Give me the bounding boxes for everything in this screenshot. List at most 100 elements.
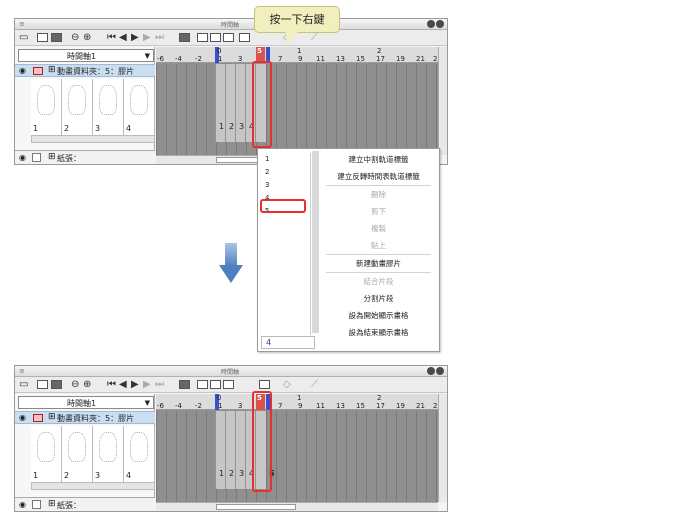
cel-thumbnail[interactable]: 3: [93, 79, 124, 135]
menu-item-set-start-frame[interactable]: 設為開始顯示畫格: [320, 307, 437, 324]
new-timeline-icon[interactable]: ▭: [19, 32, 28, 43]
menu-item-create-reverse-sheet-track-label[interactable]: 建立反轉時間表軌道標籤: [320, 168, 437, 185]
animation-folder-row[interactable]: ◉ ⊞ 動畫資料夾：5：膠片: [15, 411, 155, 424]
frame-ruler[interactable]: 0 1 2 -6 -4 -2 1 3 7 9 11 13 15 17 19 21…: [156, 47, 438, 63]
ruler-tick: 15: [356, 55, 365, 63]
frame-cel-number: 3: [239, 122, 245, 131]
go-to-end-icon[interactable]: ⏭: [155, 32, 164, 43]
arrow-down-icon: [219, 243, 243, 285]
panel-menu-icon[interactable]: ≡: [19, 367, 25, 375]
specify-cel-icon[interactable]: [210, 33, 221, 42]
keyframe-icon[interactable]: ◇: [283, 379, 291, 390]
cel-number: 2: [64, 471, 70, 480]
zoom-in-icon[interactable]: ⊕: [83, 32, 91, 43]
play-icon[interactable]: ▶: [131, 379, 139, 390]
horizontal-scrollbar[interactable]: [156, 502, 438, 511]
timeline-settings-icon[interactable]: [37, 380, 48, 389]
vertical-scrollbar[interactable]: [438, 394, 447, 502]
frame-ruler[interactable]: 0 1 2 -6 -4 -2 1 3 7 9 11 13 15 17 19 21…: [156, 394, 438, 410]
menu-item-set-end-frame[interactable]: 設為結束顯示畫格: [320, 324, 437, 341]
edit-keyframe-icon[interactable]: ⟋: [311, 32, 318, 43]
previous-frame-icon[interactable]: ◀: [119, 379, 127, 390]
cel-thumbnail[interactable]: 1: [31, 426, 62, 482]
frame-cells[interactable]: [156, 64, 438, 155]
loop-icon[interactable]: [179, 33, 190, 42]
chevron-down-icon: ▼: [144, 399, 150, 407]
cel-thumbnail[interactable]: 3: [93, 426, 124, 482]
light-table-icon[interactable]: [259, 380, 270, 389]
timeline-select[interactable]: 時間軸1 ▼: [18, 396, 154, 409]
cel-list-item[interactable]: 3: [261, 179, 310, 192]
timeline-grid[interactable]: 0 1 2 -6 -4 -2 1 3 7 9 11 13 15 17 19 21…: [156, 394, 438, 502]
animation-folder-row[interactable]: ◉ ⊞ 動畫資料夾：5：膠片: [15, 64, 155, 77]
expand-icon[interactable]: ⊞: [48, 152, 56, 162]
expand-icon[interactable]: ⊞: [48, 65, 56, 75]
cel-thumbnail[interactable]: 2: [62, 426, 93, 482]
zoom-out-icon[interactable]: ⊖: [71, 379, 79, 390]
timeline-select[interactable]: 時間軸1 ▼: [18, 49, 154, 62]
panel-menu-icon[interactable]: ≡: [19, 20, 25, 28]
cel-thumbnail[interactable]: 4: [124, 79, 155, 135]
cel-list-item[interactable]: 2: [261, 166, 310, 179]
scrollbar-thumb[interactable]: [216, 504, 296, 510]
go-to-end-icon[interactable]: ⏭: [155, 379, 164, 390]
vertical-scrollbar[interactable]: [438, 47, 447, 155]
expand-icon[interactable]: ⊞: [48, 499, 56, 509]
menu-item-new-animation-cel[interactable]: 新建動畫膠片: [320, 255, 437, 272]
new-timeline-icon[interactable]: ▭: [19, 379, 28, 390]
current-frame-number: 5: [257, 47, 262, 55]
cel-thumbnail[interactable]: 2: [62, 79, 93, 135]
new-cel-icon[interactable]: [197, 380, 208, 389]
timeline-settings-icon[interactable]: [37, 33, 48, 42]
cel-thumbnail[interactable]: 4: [124, 426, 155, 482]
panel-titlebar: ≡ 時間軸: [15, 366, 447, 377]
thumbnail-scrollbar[interactable]: [31, 482, 155, 490]
edit-keyframe-icon[interactable]: ⟋: [311, 379, 318, 390]
paper-icon: [32, 153, 41, 162]
go-to-start-icon[interactable]: ⏮: [107, 379, 116, 390]
onion-skin-icon[interactable]: [223, 33, 234, 42]
play-icon[interactable]: ▶: [131, 32, 139, 43]
menu-item-create-inbetween-track-label[interactable]: 建立中割軌道標籤: [320, 151, 437, 168]
go-to-start-icon[interactable]: ⏮: [107, 32, 116, 43]
ruler-tick: 15: [356, 402, 365, 410]
minimize-icon[interactable]: [427, 20, 435, 28]
loop-icon[interactable]: [179, 380, 190, 389]
eye-icon[interactable]: ◉: [19, 413, 26, 422]
onion-skin-icon[interactable]: [223, 380, 234, 389]
paper-row[interactable]: ◉ ⊞ 紙張：: [15, 497, 155, 511]
ruler-tick: 17: [376, 402, 385, 410]
timeline-panel-after: ≡ 時間軸 ▭ ⊖ ⊕ ⏮ ◀ ▶ ▶ ⏭ ◇ ⟋ 時間軸1 ▼ ◉ ⊞ 動畫資…: [14, 365, 448, 512]
zoom-in-icon[interactable]: ⊕: [83, 379, 91, 390]
cel-list-item[interactable]: 1: [261, 153, 310, 166]
cel-icon[interactable]: [51, 33, 62, 42]
frame-cel-number: 1: [219, 122, 225, 131]
expand-icon[interactable]: ⊞: [48, 412, 56, 422]
ruler-tick: 3: [238, 55, 243, 63]
close-icon[interactable]: [436, 367, 444, 375]
frame-cells[interactable]: [156, 411, 438, 502]
eye-icon[interactable]: ◉: [19, 66, 26, 75]
timeline-select-value: 時間軸1: [67, 399, 97, 408]
minimize-icon[interactable]: [427, 367, 435, 375]
new-cel-icon[interactable]: [197, 33, 208, 42]
close-icon[interactable]: [436, 20, 444, 28]
next-frame-icon[interactable]: ▶: [143, 379, 151, 390]
menu-item-combine-clips: 結合片段: [363, 277, 394, 286]
cel-name-input[interactable]: 4: [261, 336, 315, 349]
cel-icon[interactable]: [51, 380, 62, 389]
previous-frame-icon[interactable]: ◀: [119, 32, 127, 43]
light-table-icon[interactable]: [239, 33, 250, 42]
ruler-tick: 13: [336, 402, 345, 410]
zoom-out-icon[interactable]: ⊖: [71, 32, 79, 43]
paper-row[interactable]: ◉ ⊞ 紙張：: [15, 150, 155, 164]
next-frame-icon[interactable]: ▶: [143, 32, 151, 43]
cel-thumbnail[interactable]: 1: [31, 79, 62, 135]
menu-item-split-clip[interactable]: 分割片段: [320, 290, 437, 307]
ruler-tick: 1: [218, 402, 223, 410]
timeline-grid[interactable]: 0 1 2 -6 -4 -2 1 3 7 9 11 13 15 17 19 21…: [156, 47, 438, 155]
eye-icon[interactable]: ◉: [19, 153, 26, 162]
eye-icon[interactable]: ◉: [19, 500, 26, 509]
thumbnail-scrollbar[interactable]: [31, 135, 155, 143]
specify-cel-icon[interactable]: [210, 380, 221, 389]
